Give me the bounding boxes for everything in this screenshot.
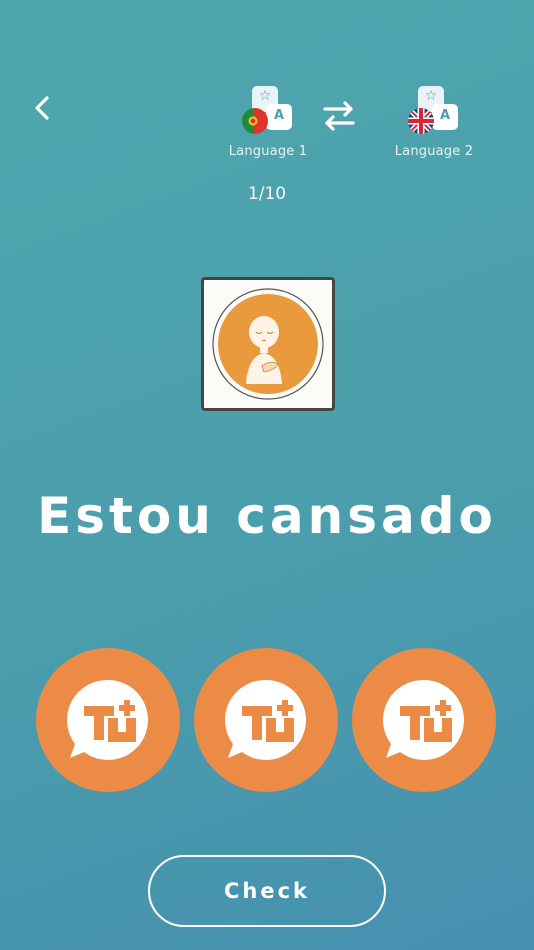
star-icon: ☆ xyxy=(424,88,438,104)
portugal-flag-icon xyxy=(242,108,268,134)
chevron-left-icon xyxy=(35,96,49,120)
audio-option-2-button[interactable] xyxy=(194,648,338,792)
tired-person-icon xyxy=(212,288,324,400)
back-button[interactable] xyxy=(28,92,58,124)
language-2-label: Language 2 xyxy=(394,144,474,159)
audio-option-1-button[interactable] xyxy=(36,648,180,792)
language-2-selector[interactable]: ☆ A Language 2 xyxy=(386,86,482,166)
swap-arrows-icon xyxy=(323,101,355,131)
speech-bubble-logo-icon xyxy=(66,679,148,760)
swap-languages-button[interactable] xyxy=(320,98,358,134)
language-1-label: Language 1 xyxy=(228,144,308,159)
phrase-text: Estou cansado xyxy=(37,487,497,545)
star-icon: ☆ xyxy=(258,88,272,104)
uk-flag-icon xyxy=(408,108,434,134)
language-1-badge: ☆ A xyxy=(240,86,296,136)
audio-option-3-button[interactable] xyxy=(352,648,496,792)
language-1-selector[interactable]: ☆ A Language 1 xyxy=(220,86,316,166)
progress-counter: 1/10 xyxy=(247,184,287,204)
phrase-image-card xyxy=(201,277,335,411)
speech-bubble-logo-icon xyxy=(382,679,464,760)
letter-icon: A xyxy=(439,108,451,123)
check-button[interactable]: Check xyxy=(148,855,386,927)
letter-icon: A xyxy=(273,108,285,123)
language-2-badge: ☆ A xyxy=(406,86,462,136)
speech-bubble-logo-icon xyxy=(224,679,306,760)
